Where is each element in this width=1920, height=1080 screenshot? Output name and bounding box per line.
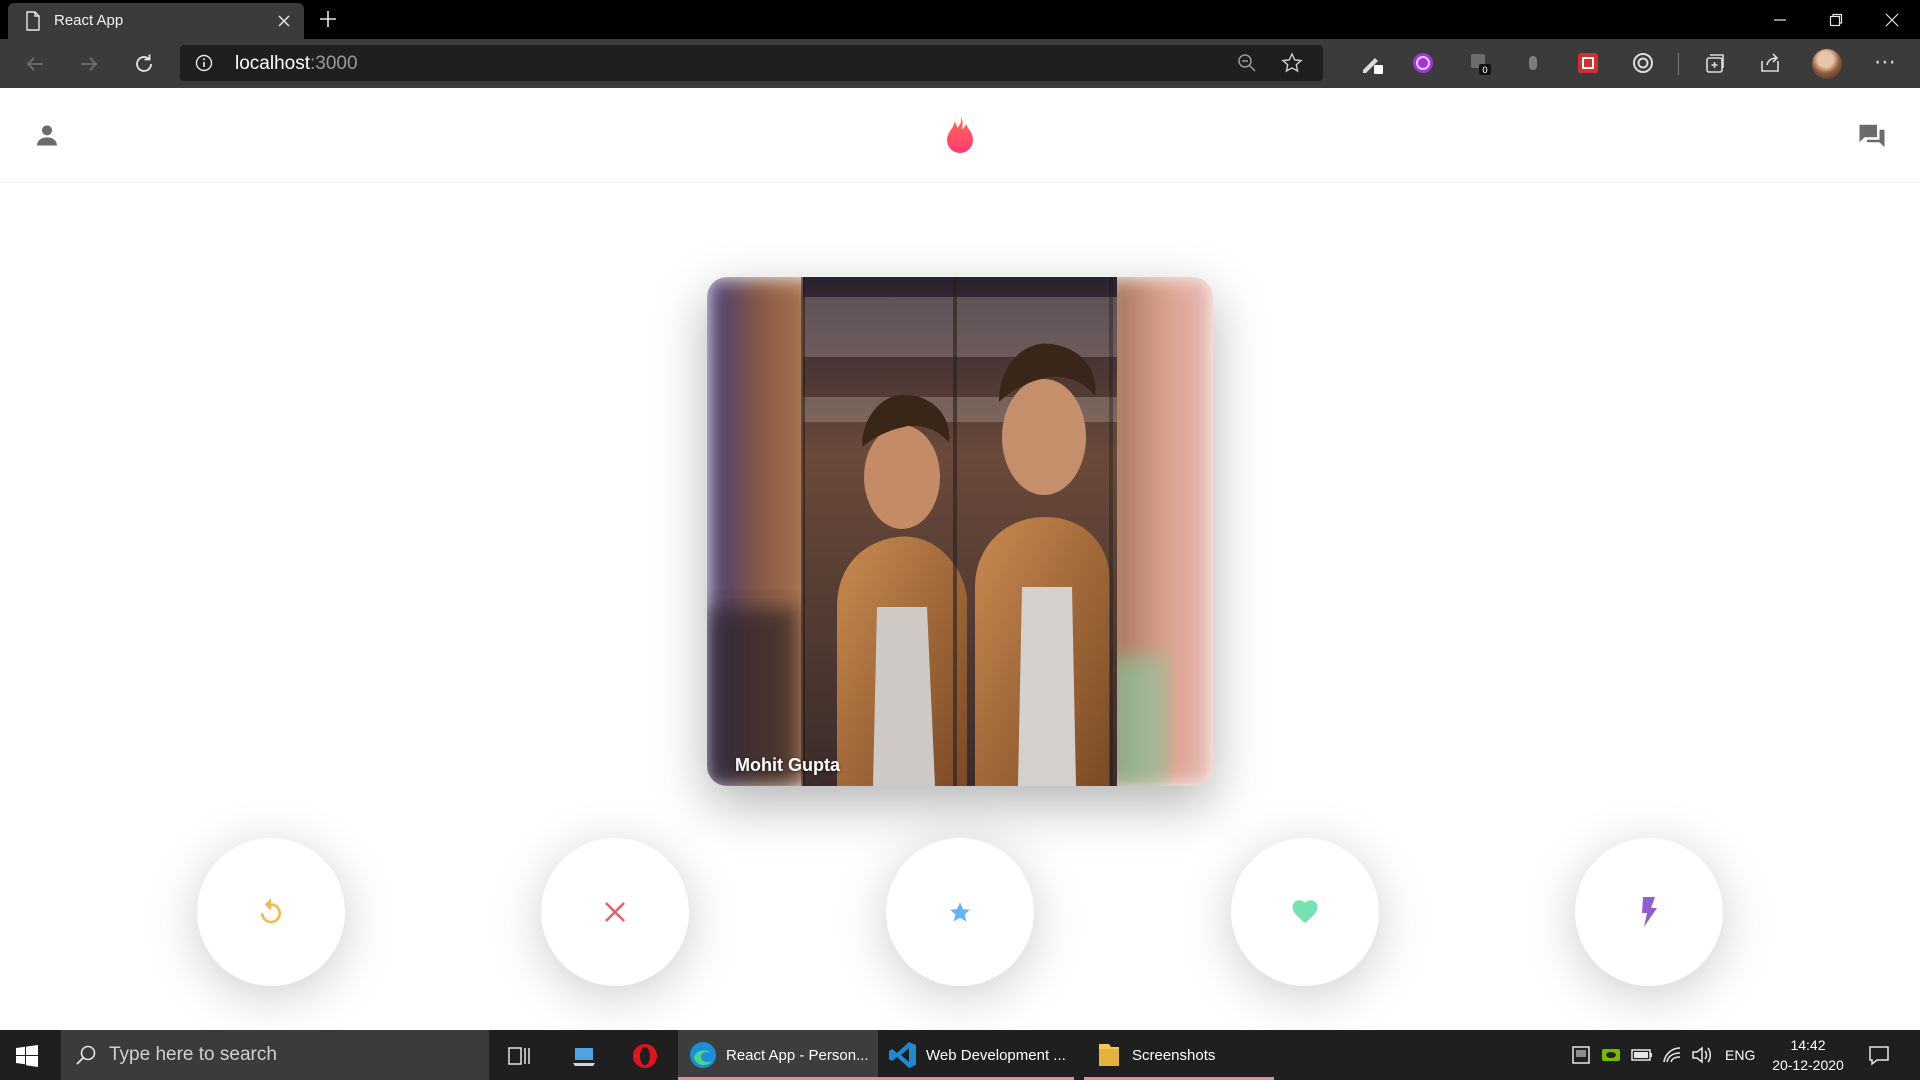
pen-extension-icon[interactable] bbox=[1360, 50, 1386, 76]
browser-toolbar: localhost:3000 0 bbox=[0, 39, 1920, 88]
close-window-button[interactable] bbox=[1864, 0, 1920, 39]
restore-button[interactable] bbox=[1808, 0, 1864, 39]
language-indicator[interactable]: ENG bbox=[1725, 1030, 1755, 1080]
browser-tab-bar: React App bbox=[0, 0, 1920, 39]
app-header bbox=[0, 88, 1920, 183]
taskbar-app-label: Web Development ... bbox=[926, 1046, 1066, 1064]
windows-taskbar: Type here to search React App - Person..… bbox=[0, 1030, 1920, 1080]
pen-icon bbox=[1363, 58, 1383, 74]
flash-icon bbox=[1642, 897, 1657, 927]
close-tab-icon[interactable] bbox=[276, 13, 292, 29]
taskbar-clock[interactable]: 14:42 20-12-2020 bbox=[1768, 1035, 1848, 1075]
vpn-extension-icon[interactable] bbox=[1410, 50, 1436, 76]
taskbar-search-box[interactable]: Type here to search bbox=[61, 1030, 489, 1080]
like-button[interactable] bbox=[1231, 838, 1379, 986]
toolbar-divider bbox=[1678, 53, 1679, 75]
notifications-icon[interactable] bbox=[1868, 1044, 1890, 1066]
page-icon bbox=[26, 11, 40, 31]
clock-time: 14:42 bbox=[1790, 1037, 1826, 1053]
person-icon[interactable] bbox=[33, 121, 61, 149]
profile-name: Mohit Gupta bbox=[735, 755, 840, 775]
favorite-star-icon[interactable] bbox=[1281, 52, 1303, 74]
replay-icon bbox=[261, 898, 281, 924]
mouse-icon bbox=[1529, 56, 1537, 70]
boost-button[interactable] bbox=[1575, 838, 1723, 986]
restore-icon bbox=[1829, 13, 1843, 26]
wifi-icon[interactable] bbox=[1661, 1044, 1683, 1066]
url-port: :3000 bbox=[310, 53, 358, 74]
vscode-icon bbox=[889, 1042, 916, 1068]
nvidia-icon[interactable] bbox=[1600, 1044, 1622, 1066]
profile-card[interactable]: Mohit Gupta bbox=[707, 277, 1213, 786]
star-icon bbox=[950, 902, 970, 922]
taskbar-app-label: Screenshots bbox=[1132, 1046, 1216, 1064]
windows-start-icon[interactable] bbox=[16, 1045, 38, 1067]
more-options-icon[interactable]: ⋯ bbox=[1872, 51, 1898, 77]
forum-icon[interactable] bbox=[1857, 121, 1887, 151]
site-info-icon[interactable] bbox=[195, 54, 213, 72]
reload-icon[interactable] bbox=[132, 52, 156, 76]
forward-icon[interactable] bbox=[77, 52, 101, 76]
minimize-icon bbox=[1774, 18, 1786, 21]
mouse-extension-icon[interactable] bbox=[1520, 50, 1546, 76]
share-icon bbox=[1761, 53, 1779, 72]
target-extension-icon[interactable] bbox=[1630, 50, 1656, 76]
target-icon bbox=[1633, 53, 1653, 73]
taskbar-app-label: React App - Person... bbox=[726, 1046, 869, 1064]
close-window-icon bbox=[1885, 13, 1899, 26]
tablet-icon[interactable] bbox=[1570, 1044, 1592, 1066]
puzzle-red-icon bbox=[1578, 53, 1598, 73]
url-text[interactable]: localhost:3000 bbox=[235, 53, 358, 75]
flame-logo-icon bbox=[947, 117, 973, 153]
address-bar[interactable]: localhost:3000 bbox=[180, 45, 1323, 81]
replay-button[interactable] bbox=[197, 838, 345, 986]
red-extension-icon[interactable] bbox=[1575, 50, 1601, 76]
volume-icon[interactable] bbox=[1690, 1044, 1712, 1066]
window-controls bbox=[1752, 0, 1920, 39]
back-icon[interactable] bbox=[23, 52, 47, 76]
zoom-out-icon[interactable] bbox=[1237, 53, 1257, 73]
collections-icon bbox=[1706, 54, 1724, 73]
tracker-extension-icon[interactable]: 0 bbox=[1467, 50, 1493, 76]
edge-browser-icon bbox=[690, 1042, 716, 1068]
screen: React App localhost:3000 0 ⋯ Mohit Gupta… bbox=[0, 0, 1920, 1080]
collections-button[interactable] bbox=[1702, 50, 1728, 76]
new-tab-icon[interactable] bbox=[318, 9, 338, 29]
opera-icon[interactable] bbox=[631, 1042, 659, 1070]
taskbar-app-explorer[interactable]: Screenshots bbox=[1084, 1030, 1274, 1080]
language-text: ENG bbox=[1725, 1047, 1756, 1063]
heart-icon bbox=[1292, 900, 1318, 924]
folder-icon bbox=[1099, 1044, 1119, 1066]
computer-app-icon[interactable] bbox=[570, 1042, 598, 1070]
taskbar-app-edge[interactable]: React App - Person... bbox=[678, 1030, 878, 1080]
browser-tab[interactable]: React App bbox=[8, 3, 304, 39]
url-host: localhost bbox=[235, 53, 310, 74]
battery-icon[interactable] bbox=[1630, 1044, 1654, 1066]
tab-title: React App bbox=[54, 12, 124, 29]
search-placeholder: Type here to search bbox=[109, 1044, 277, 1065]
clock-date: 20-12-2020 bbox=[1772, 1057, 1844, 1073]
share-button[interactable] bbox=[1757, 50, 1783, 76]
profile-avatar[interactable] bbox=[1812, 49, 1842, 79]
task-view-icon[interactable] bbox=[506, 1042, 534, 1070]
close-icon bbox=[605, 902, 625, 922]
vpn-shield-icon bbox=[1413, 53, 1433, 73]
profile-photo bbox=[707, 277, 1213, 786]
nope-button[interactable] bbox=[541, 838, 689, 986]
minimize-button[interactable] bbox=[1752, 0, 1808, 39]
super-like-button[interactable] bbox=[886, 838, 1034, 986]
taskbar-app-vscode[interactable]: Web Development ... bbox=[878, 1030, 1074, 1080]
tracker-icon: 0 bbox=[1471, 54, 1491, 76]
extension-badge: 0 bbox=[1482, 66, 1488, 76]
search-icon bbox=[76, 1045, 96, 1065]
